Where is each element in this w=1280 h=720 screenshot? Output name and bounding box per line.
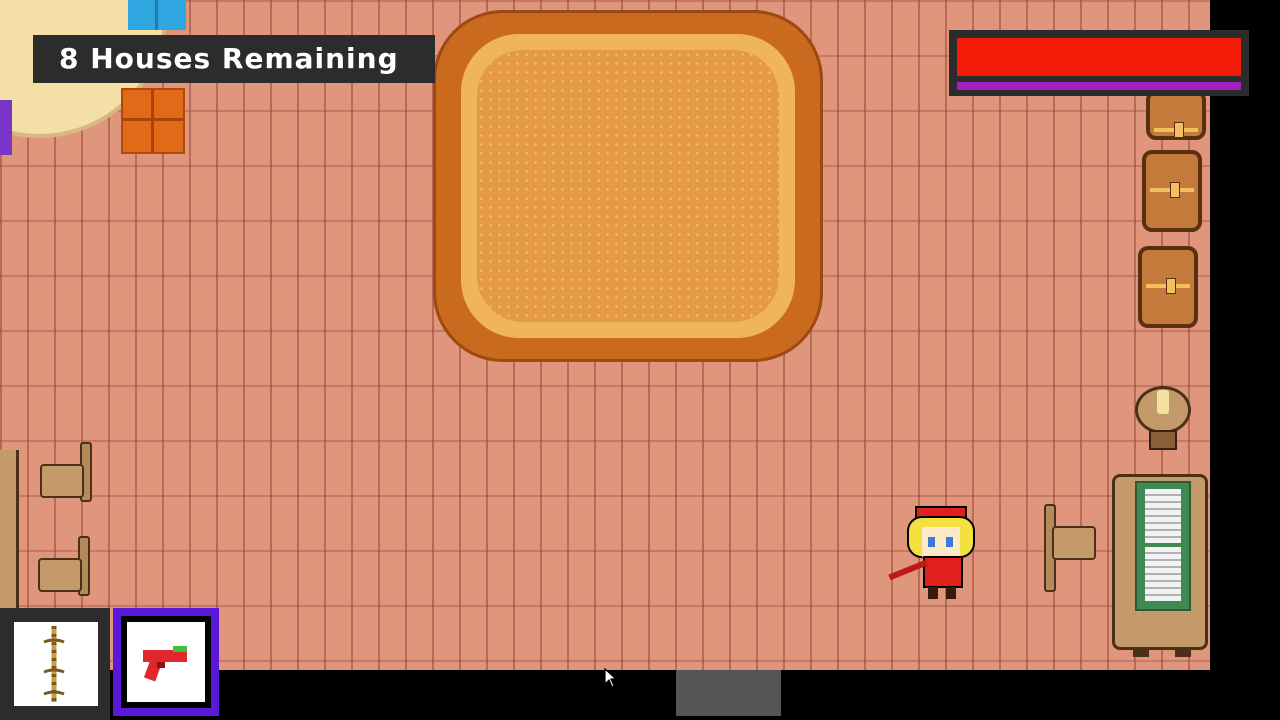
scrollbar-thumb[interactable] bbox=[676, 670, 781, 716]
mouse-cursor-icon bbox=[604, 668, 618, 688]
purple-object bbox=[0, 100, 12, 155]
health-bar bbox=[949, 30, 1249, 96]
player-character bbox=[888, 506, 975, 599]
wooden-chair bbox=[38, 536, 90, 596]
inventory-slot-rope[interactable] bbox=[0, 608, 110, 720]
red-gun-icon bbox=[143, 646, 187, 682]
bookshelf-table bbox=[1112, 474, 1208, 657]
treasure-chest[interactable] bbox=[1146, 90, 1206, 140]
health-bar-fill bbox=[957, 38, 1241, 76]
treasure-chest[interactable] bbox=[1138, 246, 1198, 328]
rope-icon bbox=[43, 626, 65, 702]
orange-crate bbox=[121, 88, 185, 154]
game-world[interactable] bbox=[0, 0, 1210, 670]
inventory-slot-gun-selected[interactable] bbox=[113, 608, 219, 716]
oval-rug bbox=[433, 10, 823, 362]
mana-bar-fill bbox=[957, 82, 1241, 90]
wooden-furniture-edge bbox=[0, 450, 19, 610]
blue-crate bbox=[128, 0, 186, 30]
houses-remaining-counter: 8 Houses Remaining bbox=[33, 35, 435, 83]
round-side-table bbox=[1133, 380, 1193, 452]
wooden-chair bbox=[40, 442, 92, 502]
treasure-chest[interactable] bbox=[1142, 150, 1202, 232]
wooden-chair bbox=[1044, 504, 1096, 592]
